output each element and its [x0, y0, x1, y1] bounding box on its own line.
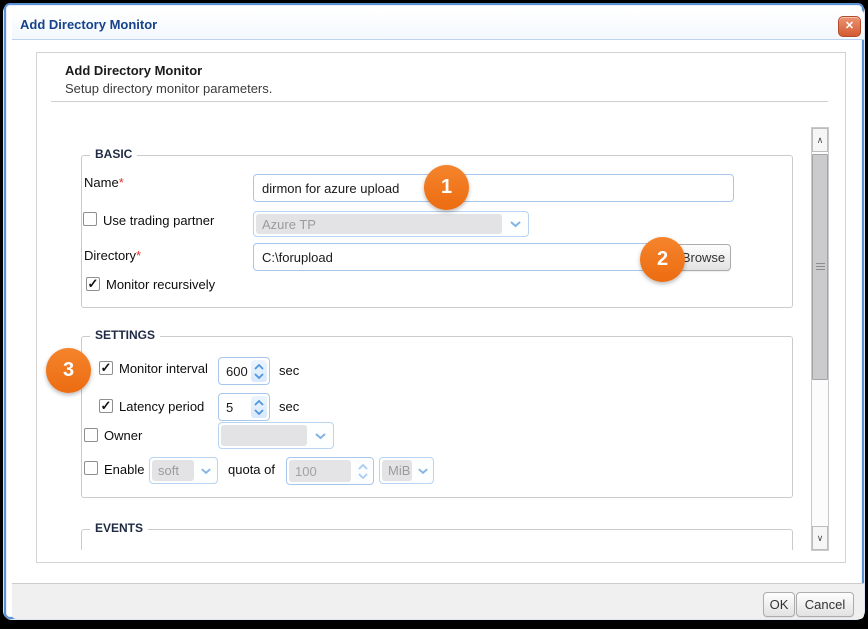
page-title: Add Directory Monitor: [65, 63, 202, 78]
scroll-down-icon: ∨: [817, 533, 824, 543]
monitor-interval-spinner[interactable]: 600: [218, 357, 270, 385]
header-divider: [51, 101, 828, 102]
monitor-recursively-checkbox[interactable]: ✓: [86, 277, 100, 291]
quota-type-value: soft: [152, 460, 194, 481]
name-label: Name*: [84, 175, 124, 190]
monitor-interval-label: Monitor interval: [119, 361, 208, 376]
latency-period-label: Latency period: [119, 399, 204, 414]
trading-partner-select-value: Azure TP: [256, 214, 502, 234]
name-input[interactable]: [253, 174, 734, 202]
scrollbar-grip-icon: [816, 263, 825, 271]
owner-select[interactable]: [218, 422, 334, 449]
scroll-up-icon: ∧: [817, 135, 824, 145]
latency-period-unit: sec: [279, 399, 299, 414]
monitor-interval-unit: sec: [279, 363, 299, 378]
scroll-down-button[interactable]: ∨: [812, 526, 828, 550]
required-asterisk: *: [136, 248, 141, 263]
fieldset-events-legend: EVENTS: [90, 521, 148, 535]
chevron-down-icon: [307, 423, 333, 448]
chevron-down-icon: [254, 373, 264, 379]
use-trading-partner-label: Use trading partner: [103, 213, 214, 228]
scroll-up-button[interactable]: ∧: [812, 128, 828, 152]
owner-select-value: [221, 425, 307, 446]
fieldset-events: EVENTS: [81, 529, 793, 550]
use-trading-partner-checkbox[interactable]: [83, 212, 97, 226]
dialog-footer: [12, 583, 864, 619]
ok-button[interactable]: OK: [763, 592, 795, 617]
spinner-buttons[interactable]: [251, 396, 267, 418]
quota-unit-select[interactable]: MiB: [379, 457, 434, 484]
chevron-down-icon: [412, 458, 433, 483]
vertical-scrollbar[interactable]: ∧ ∨: [811, 127, 829, 551]
step-badge-3: 3: [46, 348, 91, 393]
spinner-buttons[interactable]: [251, 360, 267, 382]
latency-period-checkbox[interactable]: ✓: [99, 399, 113, 413]
close-icon[interactable]: ✕: [838, 16, 861, 37]
monitor-interval-checkbox[interactable]: ✓: [99, 361, 113, 375]
latency-period-value[interactable]: 5: [219, 394, 233, 420]
latency-period-spinner[interactable]: 5: [218, 393, 270, 421]
enable-quota-checkbox[interactable]: [84, 461, 98, 475]
owner-label: Owner: [104, 428, 142, 443]
spinner-buttons[interactable]: [355, 460, 371, 482]
cancel-button[interactable]: Cancel: [796, 592, 854, 617]
dialog-title: Add Directory Monitor: [20, 10, 157, 39]
dialog-titlebar[interactable]: Add Directory Monitor: [12, 10, 864, 40]
chevron-down-icon: [194, 458, 217, 483]
monitor-recursively-label: Monitor recursively: [106, 277, 215, 292]
fieldset-settings-legend: SETTINGS: [90, 328, 160, 342]
chevron-down-icon: [502, 212, 528, 236]
enable-quota-label: Enable: [104, 462, 144, 477]
quota-amount-value: 100: [289, 460, 351, 482]
quota-type-select[interactable]: soft: [149, 457, 218, 484]
quota-unit-value: MiB: [382, 460, 412, 481]
monitor-interval-value[interactable]: 600: [219, 358, 248, 384]
chevron-up-icon: [254, 400, 264, 406]
page-subtitle: Setup directory monitor parameters.: [65, 81, 272, 96]
chevron-down-icon: [358, 473, 368, 479]
required-asterisk: *: [119, 175, 124, 190]
add-directory-monitor-dialog: Add Directory Monitor ✕ Add Directory Mo…: [4, 3, 864, 619]
scrollbar-thumb[interactable]: [812, 154, 828, 380]
screenshot-frame: Add Directory Monitor ✕ Add Directory Mo…: [0, 0, 868, 629]
quota-of-label: quota of: [228, 462, 275, 477]
owner-checkbox[interactable]: [84, 428, 98, 442]
directory-label: Directory*: [84, 248, 141, 263]
chevron-up-icon: [358, 464, 368, 470]
fieldset-basic-legend: BASIC: [90, 147, 137, 161]
step-badge-2: 2: [640, 237, 685, 282]
directory-input[interactable]: [253, 243, 665, 271]
chevron-up-icon: [254, 364, 264, 370]
step-badge-1: 1: [424, 165, 469, 210]
quota-amount-spinner[interactable]: 100: [286, 457, 374, 485]
chevron-down-icon: [254, 409, 264, 415]
trading-partner-select[interactable]: Azure TP: [253, 211, 529, 237]
